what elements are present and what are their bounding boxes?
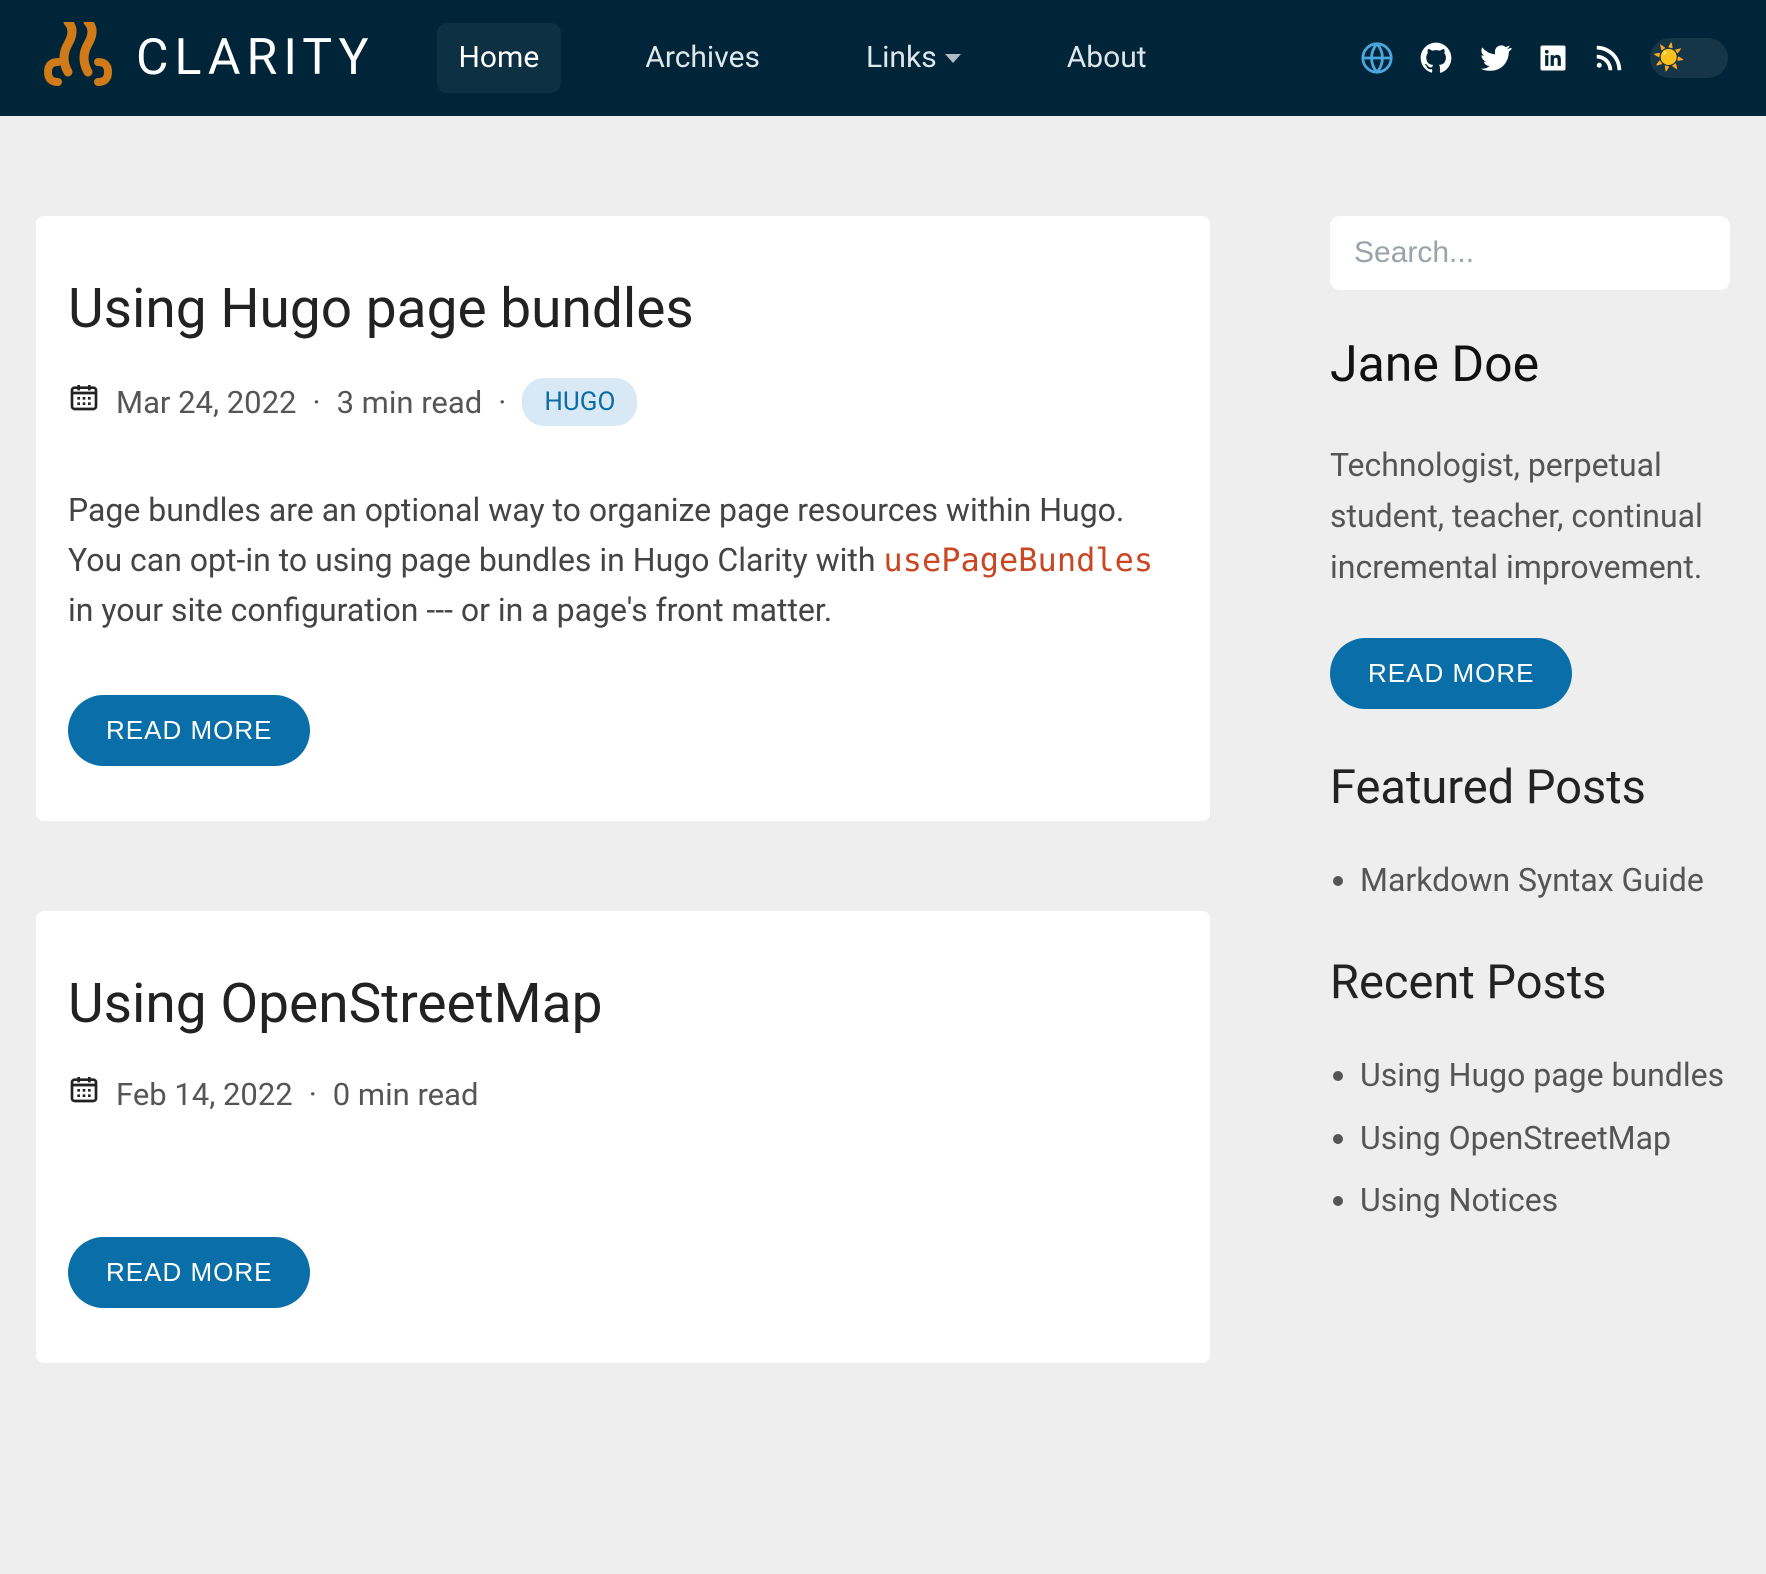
author-bio: Technologist, perpetual student, teacher… [1330, 440, 1730, 594]
chevron-down-icon [945, 54, 961, 63]
featured-list: Markdown Syntax Guide [1330, 857, 1730, 903]
list-item[interactable]: Markdown Syntax Guide [1360, 857, 1730, 903]
read-more-button[interactable]: READ MORE [68, 1237, 310, 1308]
nav-links-label: Links [866, 37, 937, 79]
brand[interactable]: CLARITY [38, 22, 375, 94]
post-title[interactable]: Using OpenStreetMap [68, 966, 1178, 1043]
post-title[interactable]: Using Hugo page bundles [68, 271, 1178, 348]
read-more-button[interactable]: READ MORE [68, 695, 310, 766]
post-date: Feb 14, 2022 [116, 1073, 293, 1116]
separator-dot: · [312, 381, 320, 424]
recent-heading: Recent Posts [1330, 954, 1730, 1013]
excerpt-text: in your site configuration --- or in a p… [68, 591, 832, 629]
twitter-icon[interactable] [1478, 41, 1512, 75]
post-list: Using Hugo page bundles Mar 24, 2022 · 3… [36, 216, 1210, 1453]
theme-toggle[interactable]: ☀️ [1650, 38, 1728, 78]
post-excerpt: Page bundles are an optional way to orga… [68, 486, 1178, 635]
recent-list: Using Hugo page bundles Using OpenStreet… [1330, 1052, 1730, 1223]
brand-name: CLARITY [136, 23, 375, 93]
featured-heading: Featured Posts [1330, 759, 1730, 818]
calendar-icon [68, 381, 100, 424]
globe-icon[interactable] [1360, 41, 1394, 75]
github-icon[interactable] [1420, 42, 1452, 74]
nav-home[interactable]: Home [437, 23, 562, 93]
post-readtime: 3 min read [337, 381, 483, 424]
nav-archives[interactable]: Archives [623, 23, 782, 93]
sidebar: Jane Doe Technologist, perpetual student… [1330, 216, 1730, 1453]
calendar-icon [68, 1073, 100, 1116]
sun-icon: ☀️ [1654, 43, 1684, 73]
post-card: Using OpenStreetMap Feb 14, 2022 · 0 min… [36, 911, 1210, 1362]
excerpt-code: usePageBundles [883, 541, 1153, 579]
nav-links[interactable]: Links [844, 23, 983, 93]
top-nav: CLARITY Home Archives Links About [0, 0, 1766, 116]
list-item[interactable]: Using Hugo page bundles [1360, 1052, 1730, 1098]
linkedin-icon[interactable] [1538, 43, 1568, 73]
post-date: Mar 24, 2022 [116, 381, 296, 424]
author-read-more-button[interactable]: READ MORE [1330, 638, 1572, 709]
rss-icon[interactable] [1594, 43, 1624, 73]
separator-dot: · [309, 1073, 317, 1116]
post-meta: Feb 14, 2022 · 0 min read [68, 1073, 1178, 1116]
post-readtime: 0 min read [333, 1073, 479, 1116]
nav-right: ☀️ [1360, 38, 1728, 78]
post-meta: Mar 24, 2022 · 3 min read · HUGO [68, 378, 1178, 426]
list-item[interactable]: Using Notices [1360, 1177, 1730, 1223]
nav-items: Home Archives Links About [437, 23, 1169, 93]
post-card: Using Hugo page bundles Mar 24, 2022 · 3… [36, 216, 1210, 821]
list-item[interactable]: Using OpenStreetMap [1360, 1115, 1730, 1161]
author-name: Jane Doe [1330, 330, 1730, 400]
separator-dot: · [498, 381, 506, 424]
brand-logo-icon [38, 22, 118, 94]
nav-about[interactable]: About [1045, 23, 1169, 93]
post-tag[interactable]: HUGO [522, 378, 637, 426]
search-input[interactable] [1330, 216, 1730, 290]
